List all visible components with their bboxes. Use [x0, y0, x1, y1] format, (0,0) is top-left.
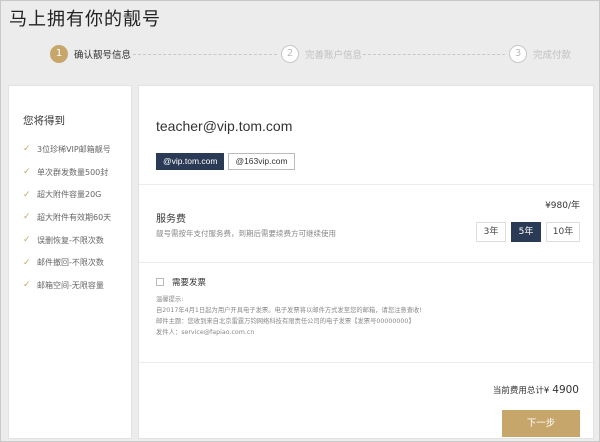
next-step-button[interactable]: 下一步 — [502, 410, 580, 437]
step-number-2: 2 — [281, 45, 299, 63]
benefit-item: ✓ 邮箱空间-无限容量 — [23, 274, 111, 297]
step-label-1: 确认靓号信息 — [74, 50, 132, 61]
step-number-1: 1 — [50, 45, 68, 63]
step-payment: 3 完成付款 — [509, 44, 571, 64]
domain-option-vip-tom[interactable]: @vip.tom.com — [156, 153, 225, 170]
benefit-item: ✓ 单次群发数量500封 — [23, 161, 111, 184]
year-option-3[interactable]: 3年 — [476, 222, 506, 242]
benefit-text: 超大附件容量20G — [37, 190, 102, 200]
checkmark-icon: ✓ — [23, 167, 31, 178]
step-confirm-number: 1 确认靓号信息 — [50, 44, 131, 64]
step-progress: 1 确认靓号信息 2 完善账户信息 3 完成付款 — [1, 31, 600, 83]
invoice-label: 需要发票 — [172, 278, 207, 288]
domain-selector: @vip.tom.com @163vip.com — [156, 153, 299, 170]
checkmark-icon: ✓ — [23, 280, 31, 291]
benefits-title: 您将得到 — [23, 115, 65, 127]
checkmark-icon: ✓ — [23, 212, 31, 223]
benefit-text: 邮箱空间-无限容量 — [37, 280, 104, 290]
benefit-text: 3位珍稀VIP邮箱靓号 — [37, 144, 111, 154]
notice-line: 发件人：service@fapiao.com.cn — [156, 329, 255, 336]
year-selector: 3年 5年 10年 — [471, 222, 580, 242]
invoice-notice: 温馨提示: 自2017年4月1日起为用户开具电子发票。电子发票将以邮件方式发至您… — [156, 294, 422, 338]
checkmark-icon: ✓ — [23, 144, 31, 155]
total-label: 当前费用总计¥ — [492, 386, 550, 396]
benefits-list: ✓ 3位珍稀VIP邮箱靓号 ✓ 单次群发数量500封 ✓ 超大附件容量20G ✓ 超大附… — [23, 138, 111, 297]
step-number-3: 3 — [509, 45, 527, 63]
benefit-item: ✓ 超大附件容量20G — [23, 183, 111, 206]
invoice-option[interactable]: 需要发票 — [156, 276, 206, 288]
notice-line: 自2017年4月1日起为用户开具电子发票。电子发票将以邮件方式发至您的邮箱，请您… — [156, 307, 422, 314]
divider — [139, 262, 593, 263]
checkmark-icon: ✓ — [23, 235, 31, 246]
benefit-text: 超大附件有效期60天 — [37, 212, 112, 222]
annual-price: ¥980/年 — [545, 201, 580, 211]
benefit-text: 误删恢复-不限次数 — [37, 235, 104, 245]
benefit-item: ✓ 邮件撤回-不限次数 — [23, 251, 111, 274]
benefits-sidebar: 您将得到 ✓ 3位珍稀VIP邮箱靓号 ✓ 单次群发数量500封 ✓ 超大附件容量20G… — [8, 85, 132, 439]
year-option-10[interactable]: 10年 — [546, 222, 580, 242]
step-account-info: 2 完善账户信息 — [281, 44, 362, 64]
total-cost: 当前费用总计¥ 4900 — [493, 384, 579, 396]
step-label-2: 完善账户信息 — [305, 50, 363, 61]
step-connector — [363, 54, 505, 55]
selected-email-address: teacher@vip.tom.com — [156, 118, 293, 134]
window-frame: 马上拥有你的靓号 1 确认靓号信息 2 完善账户信息 3 完成付款 您将得到 ✓… — [0, 0, 600, 442]
benefit-item: ✓ 误删恢复-不限次数 — [23, 229, 111, 252]
benefit-item: ✓ 3位珍稀VIP邮箱靓号 — [23, 138, 111, 161]
domain-option-163vip[interactable]: @163vip.com — [228, 153, 295, 170]
benefit-text: 邮件撤回-不限次数 — [37, 258, 104, 268]
total-amount: 4900 — [552, 384, 579, 396]
step-connector — [133, 54, 277, 55]
divider — [139, 362, 593, 363]
page-title: 马上拥有你的靓号 — [9, 9, 161, 30]
divider — [139, 184, 593, 185]
step-label-3: 完成付款 — [533, 50, 572, 61]
year-option-5[interactable]: 5年 — [511, 222, 541, 242]
benefit-text: 单次群发数量500封 — [37, 167, 109, 177]
service-fee-title: 服务费 — [156, 214, 186, 225]
notice-line: 温馨提示: — [156, 296, 184, 303]
service-fee-description: 靓号需按年支付服务费，到期后需要续费方可继续使用 — [156, 229, 336, 238]
benefit-item: ✓ 超大附件有效期60天 — [23, 206, 111, 229]
checkmark-icon: ✓ — [23, 257, 31, 268]
invoice-checkbox[interactable] — [156, 278, 164, 286]
order-panel: teacher@vip.tom.com @vip.tom.com @163vip… — [138, 85, 594, 439]
checkmark-icon: ✓ — [23, 189, 31, 200]
notice-line: 邮件主题：您收到来自北京雷霆万钧网络科技有限责任公司的电子发票【发票号00000… — [156, 318, 415, 325]
